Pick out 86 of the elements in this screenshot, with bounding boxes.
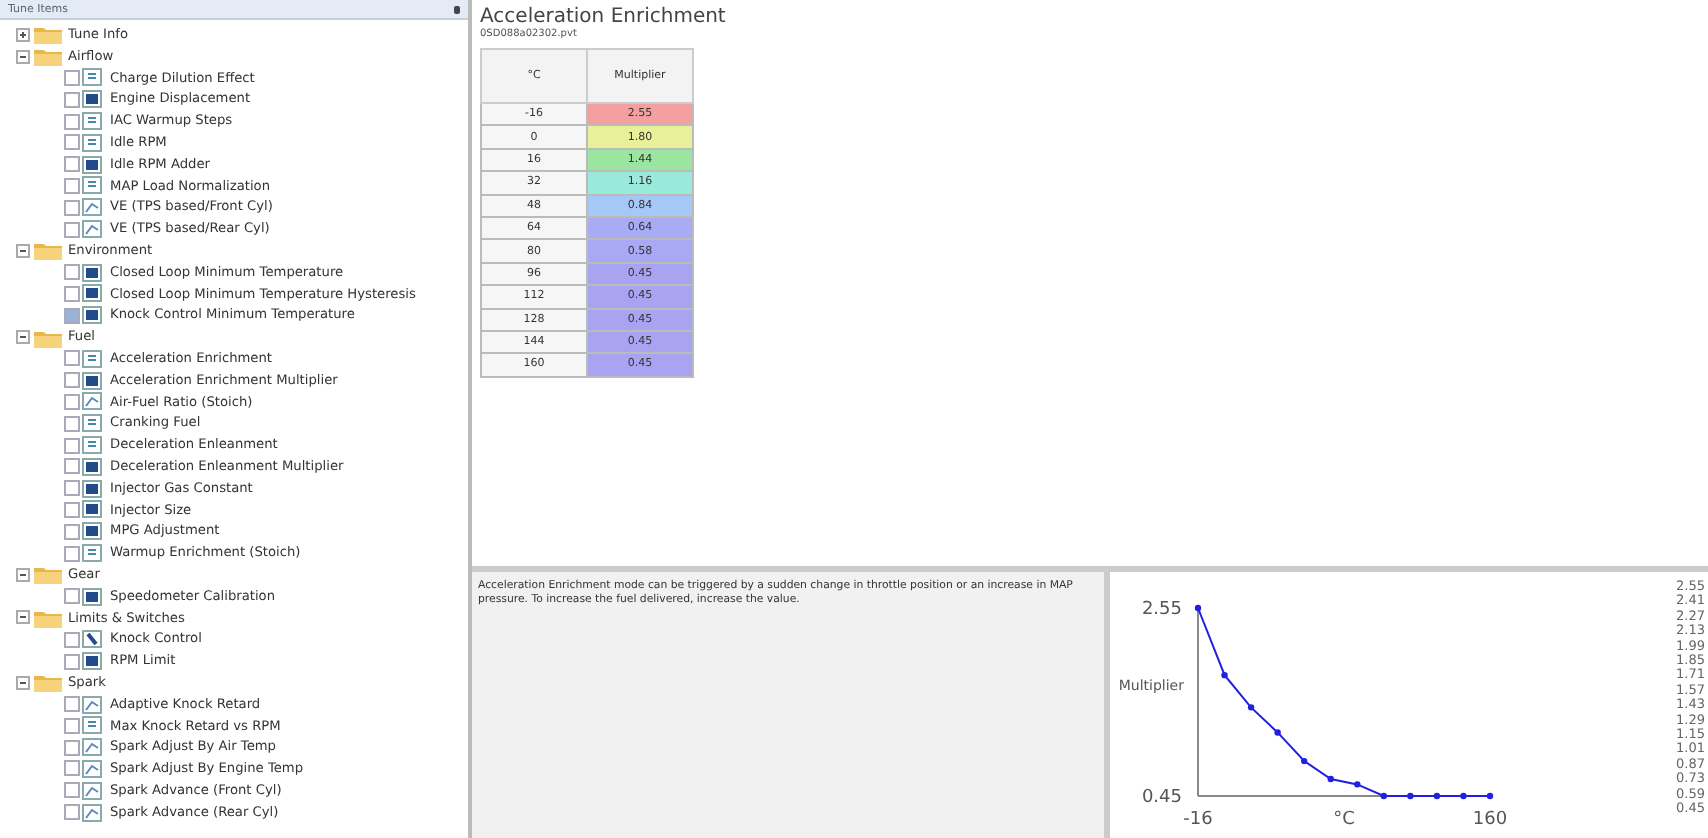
chart-icon bbox=[82, 803, 102, 822]
checkbox[interactable] bbox=[64, 631, 80, 648]
table-icon bbox=[82, 652, 102, 670]
value-icon bbox=[82, 133, 102, 152]
checkbox[interactable] bbox=[64, 782, 80, 799]
data-point bbox=[1407, 792, 1414, 800]
checkbox[interactable] bbox=[64, 760, 80, 777]
data-point bbox=[1354, 781, 1361, 788]
checkbox[interactable] bbox=[64, 739, 80, 756]
folder-icon bbox=[34, 607, 62, 628]
checkbox[interactable] bbox=[64, 264, 80, 281]
checkbox[interactable] bbox=[64, 307, 80, 324]
checkbox[interactable] bbox=[64, 415, 80, 432]
value-icon bbox=[82, 716, 102, 735]
expand-toggle[interactable] bbox=[16, 675, 30, 690]
table-icon bbox=[82, 155, 102, 174]
expand-toggle[interactable] bbox=[16, 49, 30, 64]
axis-title: °C bbox=[1333, 810, 1355, 830]
checkbox[interactable] bbox=[64, 545, 80, 562]
chart-icon bbox=[82, 738, 102, 757]
checkbox[interactable] bbox=[64, 588, 80, 605]
folder-icon bbox=[34, 327, 62, 348]
table-icon bbox=[82, 371, 102, 390]
data-point bbox=[1221, 671, 1228, 679]
data-point bbox=[1274, 729, 1281, 736]
checkbox[interactable] bbox=[64, 156, 80, 173]
data-point bbox=[1380, 792, 1387, 800]
expand-toggle[interactable] bbox=[16, 330, 30, 345]
folder-icon bbox=[34, 564, 62, 585]
folder-icon bbox=[34, 24, 62, 45]
checkbox[interactable] bbox=[64, 69, 80, 86]
chart-icon bbox=[82, 392, 102, 411]
checkbox[interactable] bbox=[64, 696, 80, 713]
checkbox[interactable] bbox=[64, 501, 80, 518]
folder-icon bbox=[34, 672, 62, 693]
checkbox[interactable] bbox=[64, 91, 80, 108]
chart-icon bbox=[82, 198, 102, 217]
checkbox[interactable] bbox=[64, 372, 80, 389]
checkbox[interactable] bbox=[64, 480, 80, 497]
data-point bbox=[1460, 792, 1467, 800]
editor-title: Acceleration Enrichment bbox=[480, 6, 726, 28]
checkbox[interactable] bbox=[64, 523, 80, 540]
expand-toggle[interactable] bbox=[16, 243, 30, 258]
checkbox[interactable] bbox=[64, 113, 80, 130]
data-point bbox=[1301, 757, 1308, 765]
checkbox[interactable] bbox=[64, 221, 80, 238]
table-icon bbox=[82, 90, 102, 109]
table-icon bbox=[82, 587, 102, 606]
expand-toggle[interactable] bbox=[16, 27, 30, 42]
expand-toggle[interactable] bbox=[16, 567, 30, 582]
checkbox[interactable] bbox=[64, 458, 80, 475]
checkbox[interactable] bbox=[64, 350, 80, 367]
checkbox[interactable] bbox=[64, 285, 80, 302]
data-point bbox=[1327, 775, 1334, 783]
checkbox[interactable] bbox=[64, 804, 80, 821]
value-icon bbox=[82, 176, 102, 195]
axis-label: 160 bbox=[1472, 810, 1508, 830]
checkbox[interactable] bbox=[64, 177, 80, 194]
checkbox[interactable] bbox=[64, 393, 80, 410]
axis-label: 2.55 bbox=[1141, 600, 1182, 620]
expand-toggle[interactable] bbox=[16, 610, 30, 625]
pin-icon[interactable] bbox=[454, 5, 460, 13]
value-icon bbox=[82, 414, 102, 433]
checkbox[interactable] bbox=[64, 134, 80, 151]
chart-icon bbox=[82, 695, 102, 714]
checkbox[interactable] bbox=[64, 437, 80, 454]
data-point bbox=[1247, 704, 1255, 711]
data-point bbox=[1486, 792, 1494, 800]
value-icon bbox=[82, 544, 102, 563]
checkbox[interactable] bbox=[64, 653, 80, 669]
value-icon bbox=[82, 68, 102, 87]
axis-label: 0.45 bbox=[1141, 788, 1182, 808]
chart-icon bbox=[82, 781, 102, 800]
switch-icon bbox=[82, 630, 102, 649]
chart-icon bbox=[82, 759, 102, 778]
value-icon bbox=[82, 349, 102, 368]
checkbox[interactable] bbox=[64, 199, 80, 216]
axis-label: -16 bbox=[1183, 810, 1213, 830]
data-point bbox=[1433, 792, 1441, 800]
value-icon bbox=[82, 112, 102, 131]
folder-icon bbox=[34, 46, 62, 67]
folder-icon bbox=[34, 240, 62, 261]
checkbox[interactable] bbox=[64, 717, 80, 734]
chart-icon bbox=[82, 220, 102, 239]
data-point bbox=[1194, 604, 1202, 612]
value-icon bbox=[82, 436, 102, 455]
